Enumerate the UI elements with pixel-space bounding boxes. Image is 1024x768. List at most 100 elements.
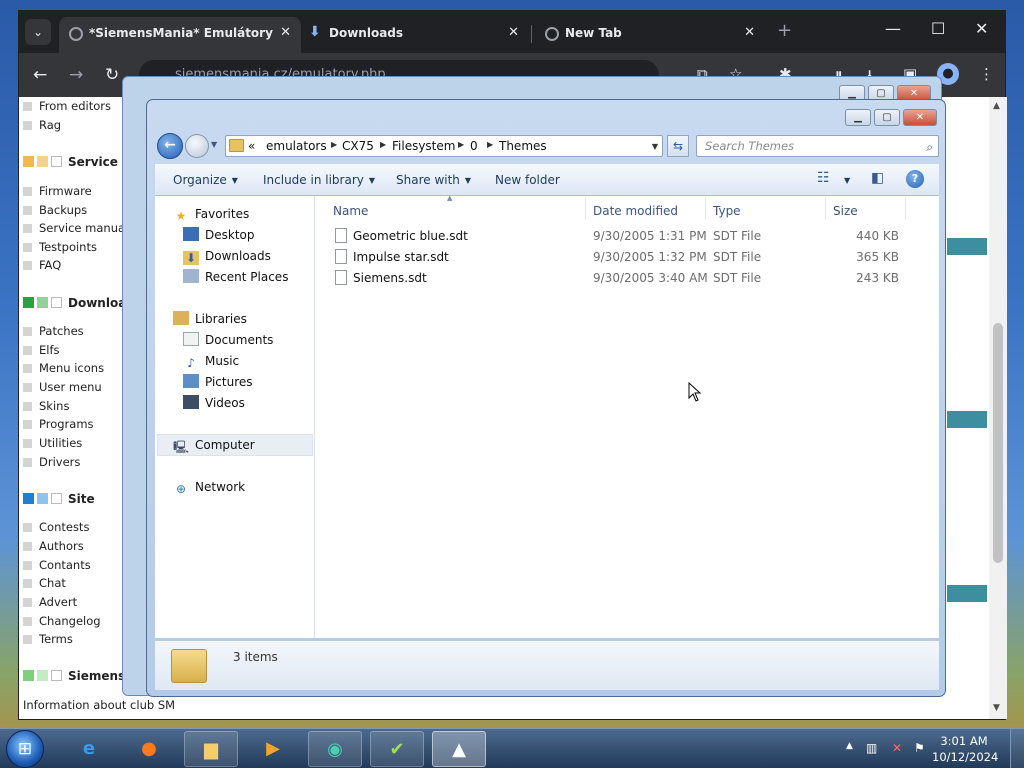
page-scrollbar[interactable]: ▲ ▼ — [989, 97, 1007, 719]
media-player-icon[interactable]: ▶ — [246, 731, 300, 767]
checklist-icon[interactable]: ✔ — [370, 731, 424, 767]
tab-search-button[interactable]: ⌄ — [25, 19, 51, 45]
nav-link[interactable]: Changelog — [23, 614, 101, 628]
column-divider[interactable] — [825, 198, 826, 220]
new-tab-button[interactable]: + — [777, 20, 792, 41]
tab-new-tab[interactable]: New Tab ✕ — [535, 17, 765, 53]
nav-link[interactable]: Rag — [23, 118, 61, 132]
share-with-button[interactable]: Share with ▼ — [396, 173, 471, 187]
scroll-down-icon[interactable]: ▼ — [993, 703, 1000, 713]
column-divider[interactable] — [585, 198, 586, 220]
file-row[interactable]: Geometric blue.sdt 9/30/2005 1:31 PM SDT… — [315, 226, 915, 247]
volume-muted-icon[interactable]: ✕ — [892, 741, 902, 755]
column-header-name[interactable]: Name — [333, 204, 368, 218]
nav-link[interactable]: Chat — [23, 576, 66, 590]
close-tab-icon[interactable]: ✕ — [744, 17, 755, 49]
nav-link[interactable]: Authors — [23, 539, 84, 553]
file-row[interactable]: Impulse star.sdt 9/30/2005 1:32 PM SDT F… — [315, 247, 915, 268]
nav-link[interactable]: Patches — [23, 324, 84, 338]
nav-link[interactable]: Information about club SM — [23, 698, 175, 712]
column-divider[interactable] — [905, 198, 906, 220]
show-hidden-icons[interactable]: ▲ — [846, 741, 853, 751]
clock[interactable]: 3:01 AM 10/12/2024 — [932, 733, 998, 765]
tab-downloads[interactable]: ⬇ Downloads ✕ — [299, 17, 529, 53]
chevron-down-icon[interactable]: ▼ — [652, 142, 658, 151]
nav-desktop[interactable]: Desktop — [183, 225, 255, 245]
nav-link[interactable]: Firmware — [23, 184, 92, 198]
action-center-flag-icon[interactable]: ⚑ — [914, 741, 925, 755]
chevron-right-icon[interactable]: ▶ — [458, 140, 464, 149]
breadcrumb-item[interactable]: Themes — [499, 139, 547, 153]
nav-libraries[interactable]: Libraries — [173, 309, 247, 329]
scroll-up-icon[interactable]: ▲ — [993, 101, 1000, 111]
nav-pictures[interactable]: Pictures — [183, 372, 253, 392]
nav-recent-places[interactable]: Recent Places — [183, 267, 288, 287]
nav-link[interactable]: Utilities — [23, 436, 82, 450]
maximize-icon[interactable]: ☐ — [931, 19, 945, 38]
nav-link[interactable]: FAQ — [23, 258, 61, 272]
back-arrow-icon[interactable]: ← — [157, 133, 183, 159]
refresh-icon[interactable]: ⇆ — [667, 135, 689, 157]
nav-link[interactable]: Contests — [23, 520, 89, 534]
back-arrow-icon[interactable]: ← — [33, 65, 47, 85]
nav-link[interactable]: User menu — [23, 380, 102, 394]
nav-favorites[interactable]: ★ Favorites — [173, 204, 250, 224]
nav-link[interactable]: Backups — [23, 203, 87, 217]
firefox-icon[interactable]: ● — [122, 731, 176, 767]
nav-videos[interactable]: Videos — [183, 393, 245, 413]
breadcrumb-item[interactable]: Filesystem — [392, 139, 455, 153]
nav-link[interactable]: Elfs — [23, 343, 60, 357]
nav-documents[interactable]: Documents — [183, 330, 273, 350]
file-row[interactable]: Siemens.sdt 9/30/2005 3:40 AM SDT File 2… — [315, 268, 915, 289]
kebab-menu-icon[interactable]: ⋮ — [979, 65, 994, 83]
network-tray-icon[interactable]: ▥ — [866, 741, 877, 755]
nav-link[interactable]: Skins — [23, 399, 69, 413]
column-header-date[interactable]: Date modified — [593, 204, 678, 218]
view-dropdown[interactable]: ▼ — [839, 173, 850, 187]
help-icon[interactable]: ? — [906, 170, 924, 188]
nav-link[interactable]: Advert — [23, 595, 77, 609]
view-options-icon[interactable]: ☷ — [817, 170, 830, 186]
tab-siemensmania[interactable]: *SiemensMania* Emulátory ✕ — [59, 17, 301, 53]
forward-arrow-icon[interactable]: → — [185, 134, 209, 158]
emulator-icon[interactable]: ◉ — [308, 731, 362, 767]
show-desktop-button[interactable] — [1010, 729, 1024, 768]
nav-downloads[interactable]: ⬇ Downloads — [183, 246, 271, 266]
nav-computer[interactable]: 🖳 Computer — [173, 435, 255, 455]
close-tab-icon[interactable]: ✕ — [280, 17, 291, 49]
chevron-right-icon[interactable]: ▶ — [331, 140, 337, 149]
nav-music[interactable]: ♪ Music — [183, 351, 239, 371]
nav-link[interactable]: Service manual — [23, 221, 128, 235]
maximize-icon[interactable]: ▢ — [874, 109, 900, 126]
reload-icon[interactable]: ↻ — [105, 65, 119, 85]
start-button[interactable]: ⊞ — [6, 730, 44, 768]
breadcrumb-item[interactable]: emulators — [266, 139, 327, 153]
nav-link[interactable]: Menu icons — [23, 361, 104, 375]
nav-link[interactable]: From editors — [23, 99, 111, 113]
nav-network[interactable]: ⊕ Network — [173, 477, 245, 497]
close-tab-icon[interactable]: ✕ — [508, 17, 519, 49]
close-window-icon[interactable]: ✕ — [975, 19, 988, 38]
file-explorer-icon[interactable]: ▆ — [184, 731, 238, 767]
column-header-type[interactable]: Type — [713, 204, 741, 218]
nav-link[interactable]: Testpoints — [23, 240, 97, 254]
breadcrumb[interactable]: « emulators ▶ CX75 ▶ Filesystem ▶ 0 ▶ Th… — [225, 135, 663, 157]
include-in-library-button[interactable]: Include in library ▼ — [263, 173, 375, 187]
mtk-icon[interactable]: ▲ — [432, 731, 486, 767]
minimize-icon[interactable]: — — [885, 19, 901, 38]
preview-pane-icon[interactable]: ◧ — [871, 170, 884, 186]
column-header-size[interactable]: Size — [833, 204, 858, 218]
chevron-right-icon[interactable]: ▶ — [487, 140, 493, 149]
forward-arrow-icon[interactable]: → — [69, 65, 83, 85]
close-icon[interactable]: ✕ — [903, 109, 937, 126]
breadcrumb-item[interactable]: 0 — [470, 139, 478, 153]
recent-pages-dropdown[interactable]: ▼ — [211, 140, 217, 149]
column-divider[interactable] — [705, 198, 706, 220]
breadcrumb-overflow[interactable]: « — [248, 139, 255, 153]
breadcrumb-item[interactable]: CX75 — [342, 139, 374, 153]
nav-link[interactable]: Contants — [23, 558, 91, 572]
organize-button[interactable]: Organize ▼ — [173, 173, 238, 187]
search-input[interactable]: Search Themes ⌕ — [696, 135, 939, 157]
nav-link[interactable]: Drivers — [23, 455, 80, 469]
search-icon[interactable]: ⌕ — [926, 137, 933, 157]
